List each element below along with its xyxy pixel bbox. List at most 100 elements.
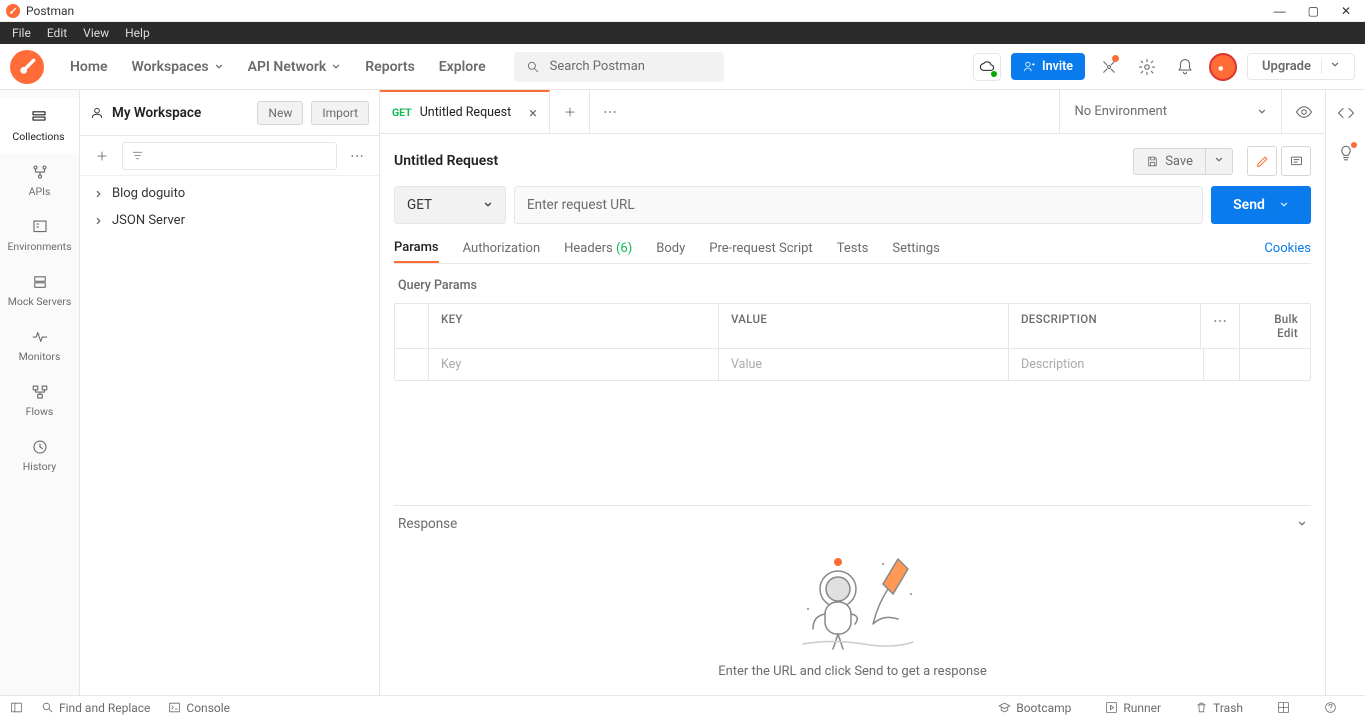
capture-requests-button[interactable] [1095,53,1123,81]
rail-flows[interactable]: Flows [0,373,79,428]
tab-more-button[interactable] [590,90,630,133]
close-icon[interactable]: ✕ [1341,4,1351,18]
menu-edit[interactable]: Edit [39,22,75,44]
chevron-down-icon [1214,155,1224,165]
new-tab-button[interactable] [550,90,590,133]
rail-mock-servers[interactable]: Mock Servers [0,263,79,318]
chevron-down-icon[interactable] [1321,59,1340,74]
tab-tests[interactable]: Tests [837,235,869,262]
tab-settings[interactable]: Settings [892,235,939,262]
tab-close-icon[interactable]: × [529,104,537,122]
eye-icon [1295,103,1313,121]
col-more-button[interactable] [1201,304,1240,348]
nav-api-network[interactable]: API Network [236,59,354,75]
more-icon [1213,319,1227,323]
bulk-edit-button[interactable]: Bulk Edit [1240,304,1310,348]
settings-button[interactable] [1133,53,1161,81]
chevron-down-icon [483,200,493,210]
footer: Find and Replace Console Bootcamp Runner… [0,695,1365,719]
tab-params[interactable]: Params [394,234,439,263]
new-button[interactable]: New [257,101,303,125]
tab-body[interactable]: Body [656,235,685,262]
tab-authorization[interactable]: Authorization [463,235,541,262]
postman-logo-icon [6,4,20,18]
maximize-icon[interactable]: ▢ [1308,4,1319,18]
info-button[interactable] [1337,144,1355,166]
avatar[interactable] [1209,53,1237,81]
rail-collections[interactable]: Collections [0,98,79,153]
chevron-down-icon [1279,200,1289,210]
menu-view[interactable]: View [75,22,117,44]
trash-icon [1195,701,1208,714]
chevron-right-icon [94,216,104,226]
sync-button[interactable] [973,53,1001,81]
comments-button[interactable] [1281,146,1311,176]
cookies-link[interactable]: Cookies [1264,241,1311,256]
environment-selector[interactable]: No Environment [1059,90,1281,133]
nav-explore[interactable]: Explore [427,59,498,75]
import-button[interactable]: Import [311,101,369,125]
rail-environments[interactable]: Environments [0,208,79,263]
postman-logo-icon[interactable] [10,50,44,84]
sidebar-more-button[interactable] [343,142,371,170]
save-dropdown-button[interactable] [1206,148,1233,175]
menu-help[interactable]: Help [117,22,158,44]
chevron-down-icon[interactable] [1297,519,1307,529]
tab-prerequest[interactable]: Pre-request Script [709,235,812,262]
menubar: File Edit View Help [0,22,1365,44]
titlebar-title: Postman [26,4,74,18]
description-input[interactable]: Description [1009,349,1204,380]
request-tabs: Params Authorization Headers (6) Body Pr… [394,234,1311,264]
tab-method: GET [392,106,412,119]
filter-input[interactable] [122,142,337,170]
tab-headers[interactable]: Headers (6) [564,235,632,262]
search-input[interactable]: Search Postman [514,52,724,82]
create-collection-button[interactable] [88,142,116,170]
bootcamp-button[interactable]: Bootcamp [998,701,1071,715]
gear-icon [1138,58,1156,76]
collection-item[interactable]: JSON Server [80,207,379,234]
collections-list: Blog doguito JSON Server [80,176,379,695]
nav-workspaces[interactable]: Workspaces [120,59,236,75]
code-button[interactable] [1337,104,1355,126]
find-replace-button[interactable]: Find and Replace [41,701,150,715]
left-rail: Collections APIs Environments Mock Serve… [0,90,80,695]
invite-button[interactable]: Invite [1011,53,1085,80]
response-empty-message: Enter the URL and click Send to get a re… [718,664,987,679]
astronaut-illustration [783,544,923,654]
minimize-icon[interactable]: ― [1274,4,1286,18]
rail-monitors[interactable]: Monitors [0,318,79,373]
layout-button[interactable] [1277,701,1290,715]
query-params-label: Query Params [394,274,1311,293]
workspace-name[interactable]: My Workspace [90,105,249,121]
sidebar: My Workspace New Import Blog doguito JSO… [80,90,380,695]
runner-button[interactable]: Runner [1105,701,1161,715]
console-button[interactable]: Console [168,701,230,715]
value-input[interactable]: Value [719,349,1009,380]
server-icon [31,273,49,291]
environment-preview-button[interactable] [1281,90,1325,133]
nav-reports[interactable]: Reports [353,59,427,75]
url-input[interactable]: Enter request URL [514,186,1203,224]
key-input[interactable]: Key [429,349,719,380]
nav-home[interactable]: Home [58,59,120,75]
tab-active[interactable]: GET Untitled Request × [380,90,550,133]
save-button[interactable]: Save [1133,148,1206,175]
upgrade-button[interactable]: Upgrade [1247,53,1355,80]
monitor-icon [31,328,49,346]
collection-item[interactable]: Blog doguito [80,180,379,207]
collections-icon [30,108,48,126]
response-label: Response [398,516,457,532]
notifications-button[interactable] [1171,53,1199,81]
trash-button[interactable]: Trash [1195,701,1243,715]
help-button[interactable] [1324,701,1337,715]
method-select[interactable]: GET [394,186,506,224]
console-icon [168,701,181,714]
send-button[interactable]: Send [1211,186,1311,224]
rail-history[interactable]: History [0,428,79,483]
edit-button[interactable] [1247,146,1277,176]
chevron-right-icon [94,189,104,199]
rail-apis[interactable]: APIs [0,153,79,208]
sidebar-toggle-button[interactable] [10,701,23,714]
menu-file[interactable]: File [4,22,39,44]
